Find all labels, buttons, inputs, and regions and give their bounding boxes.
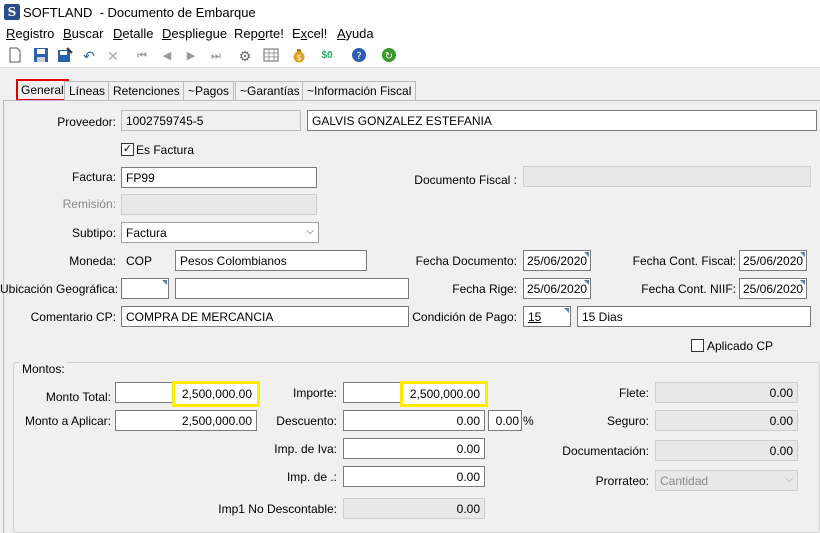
- subtipo-label: Subtipo:: [71, 226, 116, 240]
- help-icon[interactable]: ?: [350, 47, 368, 65]
- documentacion-label: Documentación:: [562, 444, 649, 458]
- save-close-icon[interactable]: [56, 47, 74, 65]
- title-bar: S SOFTLAND - Documento de Embarque: [0, 0, 820, 24]
- menu-bar: Registro Buscar Detalle Despliegue Repor…: [0, 24, 820, 44]
- moneda-label: Moneda:: [69, 254, 116, 268]
- first-record-icon[interactable]: ⏮: [133, 47, 151, 65]
- importe-highlight: [400, 381, 488, 407]
- subtipo-select[interactable]: Factura ⌵: [121, 222, 319, 243]
- factura-label: Factura:: [71, 170, 116, 184]
- new-document-icon[interactable]: [6, 47, 24, 65]
- fecha-rige-label: Fecha Rige:: [452, 282, 517, 296]
- es-factura-label: Es Factura: [136, 143, 195, 157]
- fecha-cont-fiscal-field[interactable]: 25/06/2020: [739, 250, 807, 271]
- tab-lineas[interactable]: Líneas: [64, 81, 111, 100]
- last-record-icon[interactable]: ⏭: [207, 47, 225, 65]
- aplicado-cp-label: Aplicado CP: [707, 339, 774, 353]
- imp1-no-descontable-field[interactable]: 0.00: [343, 498, 485, 519]
- menu-despliegue[interactable]: Despliegue: [162, 26, 227, 41]
- fecha-documento-field[interactable]: 25/06/2020: [523, 250, 591, 271]
- tab-garantias[interactable]: ~Garantías: [235, 81, 305, 100]
- montos-title: Montos:: [20, 362, 67, 376]
- softland-app-icon: S: [4, 4, 20, 20]
- chevron-down-icon: ⌵: [306, 226, 314, 237]
- refresh-icon[interactable]: ↻: [380, 47, 398, 65]
- moneda-name-field[interactable]: Pesos Colombianos: [175, 250, 367, 271]
- comentario-cp-field[interactable]: COMPRA DE MERCANCIA: [121, 306, 409, 327]
- svg-text:?: ?: [356, 51, 361, 62]
- imp-de-field[interactable]: 0.00: [343, 466, 485, 487]
- menu-ayuda[interactable]: Ayuda: [337, 26, 374, 41]
- tab-retenciones[interactable]: Retenciones: [108, 81, 185, 100]
- moneda-code-field[interactable]: COP: [121, 250, 169, 271]
- descuento-label: Descuento:: [276, 414, 337, 428]
- menu-detalle[interactable]: Detalle: [113, 26, 153, 41]
- descuento-pct-field[interactable]: 0.00: [488, 410, 522, 431]
- imp-iva-label: Imp. de Iva:: [274, 442, 337, 456]
- factura-field[interactable]: FP99: [121, 167, 317, 188]
- subtipo-value: Factura: [126, 226, 167, 240]
- percent-symbol: %: [523, 414, 534, 428]
- fecha-cont-niif-label: Fecha Cont. NIIF:: [641, 282, 736, 296]
- flete-label: Flete:: [618, 386, 649, 400]
- descuento-field[interactable]: 0.00: [343, 410, 485, 431]
- chevron-down-icon: ⌵: [785, 474, 793, 485]
- menu-excel[interactable]: Excel!: [292, 26, 327, 41]
- coins-icon[interactable]: $0: [318, 47, 336, 65]
- window-title: - Documento de Embarque: [99, 5, 256, 20]
- proveedor-code-field[interactable]: 1002759745-5: [121, 110, 301, 131]
- monto-aplicar-field[interactable]: 2,500,000.00: [115, 410, 257, 431]
- ubicacion-code-field[interactable]: [121, 278, 169, 299]
- prorrateo-select[interactable]: Cantidad ⌵: [655, 470, 798, 491]
- seguro-label: Seguro:: [606, 414, 649, 428]
- condicion-pago-code-field[interactable]: 15: [523, 306, 571, 327]
- toolbar: ↶ ✕ ⏮ ◀ ▶ ⏭ ⚙ $ $0 ? ↻: [0, 44, 820, 68]
- prorrateo-value: Cantidad: [660, 474, 709, 488]
- imp-de-label: Imp. de .:: [286, 470, 337, 484]
- ubicacion-name-field[interactable]: [175, 278, 409, 299]
- tab-general[interactable]: General: [16, 79, 69, 101]
- fecha-documento-label: Fecha Documento:: [415, 254, 517, 268]
- spreadsheet-icon[interactable]: [262, 47, 280, 65]
- documento-fiscal-label: Documento Fiscal :: [414, 173, 517, 187]
- monto-total-label: Monto Total:: [45, 390, 111, 404]
- remision-label: Remisión:: [62, 197, 116, 211]
- es-factura-checkbox[interactable]: ✓: [121, 143, 134, 156]
- ubicacion-label: Ubicación Geográfica:: [0, 282, 119, 296]
- prorrateo-label: Prorrateo:: [595, 474, 649, 488]
- previous-record-icon[interactable]: ◀: [158, 47, 176, 65]
- menu-buscar[interactable]: Buscar: [63, 26, 103, 41]
- tab-pagos[interactable]: ~Pagos: [183, 81, 235, 100]
- menu-reporte[interactable]: Reporte!: [234, 26, 284, 41]
- remision-field[interactable]: [121, 194, 317, 215]
- proveedor-name-field[interactable]: GALVIS GONZALEZ ESTEFANIA: [307, 110, 817, 131]
- app-name: SOFTLAND: [23, 5, 93, 20]
- delete-icon[interactable]: ✕: [104, 47, 122, 65]
- imp1-no-descontable-label: Imp1 No Descontable:: [218, 502, 337, 516]
- svg-text:↻: ↻: [385, 51, 393, 62]
- condicion-pago-desc-field[interactable]: 15 Dias: [577, 306, 811, 327]
- menu-registro[interactable]: Registro: [6, 26, 54, 41]
- settings-gears-icon[interactable]: ⚙: [236, 47, 254, 65]
- monto-aplicar-label: Monto a Aplicar:: [24, 414, 111, 428]
- save-icon[interactable]: [32, 47, 50, 65]
- proveedor-label: Proveedor:: [57, 115, 116, 129]
- seguro-field[interactable]: 0.00: [655, 410, 798, 431]
- fecha-cont-niif-field[interactable]: 25/06/2020: [739, 278, 807, 299]
- importe-label: Importe:: [292, 386, 337, 400]
- condicion-pago-label: Condición de Pago:: [412, 310, 517, 324]
- comentario-cp-label: Comentario CP:: [30, 310, 116, 324]
- fecha-cont-fiscal-label: Fecha Cont. Fiscal:: [632, 254, 736, 268]
- imp-iva-field[interactable]: 0.00: [343, 438, 485, 459]
- money-bag-icon[interactable]: $: [290, 47, 308, 65]
- flete-field[interactable]: 0.00: [655, 382, 798, 403]
- fecha-rige-field[interactable]: 25/06/2020: [523, 278, 591, 299]
- tab-informacion-fiscal[interactable]: ~Información Fiscal: [302, 81, 417, 100]
- aplicado-cp-checkbox[interactable]: [691, 339, 704, 352]
- next-record-icon[interactable]: ▶: [182, 47, 200, 65]
- undo-icon[interactable]: ↶: [80, 47, 98, 65]
- documento-fiscal-field[interactable]: [523, 166, 811, 187]
- documentacion-field[interactable]: 0.00: [655, 440, 798, 461]
- svg-text:$: $: [296, 53, 301, 62]
